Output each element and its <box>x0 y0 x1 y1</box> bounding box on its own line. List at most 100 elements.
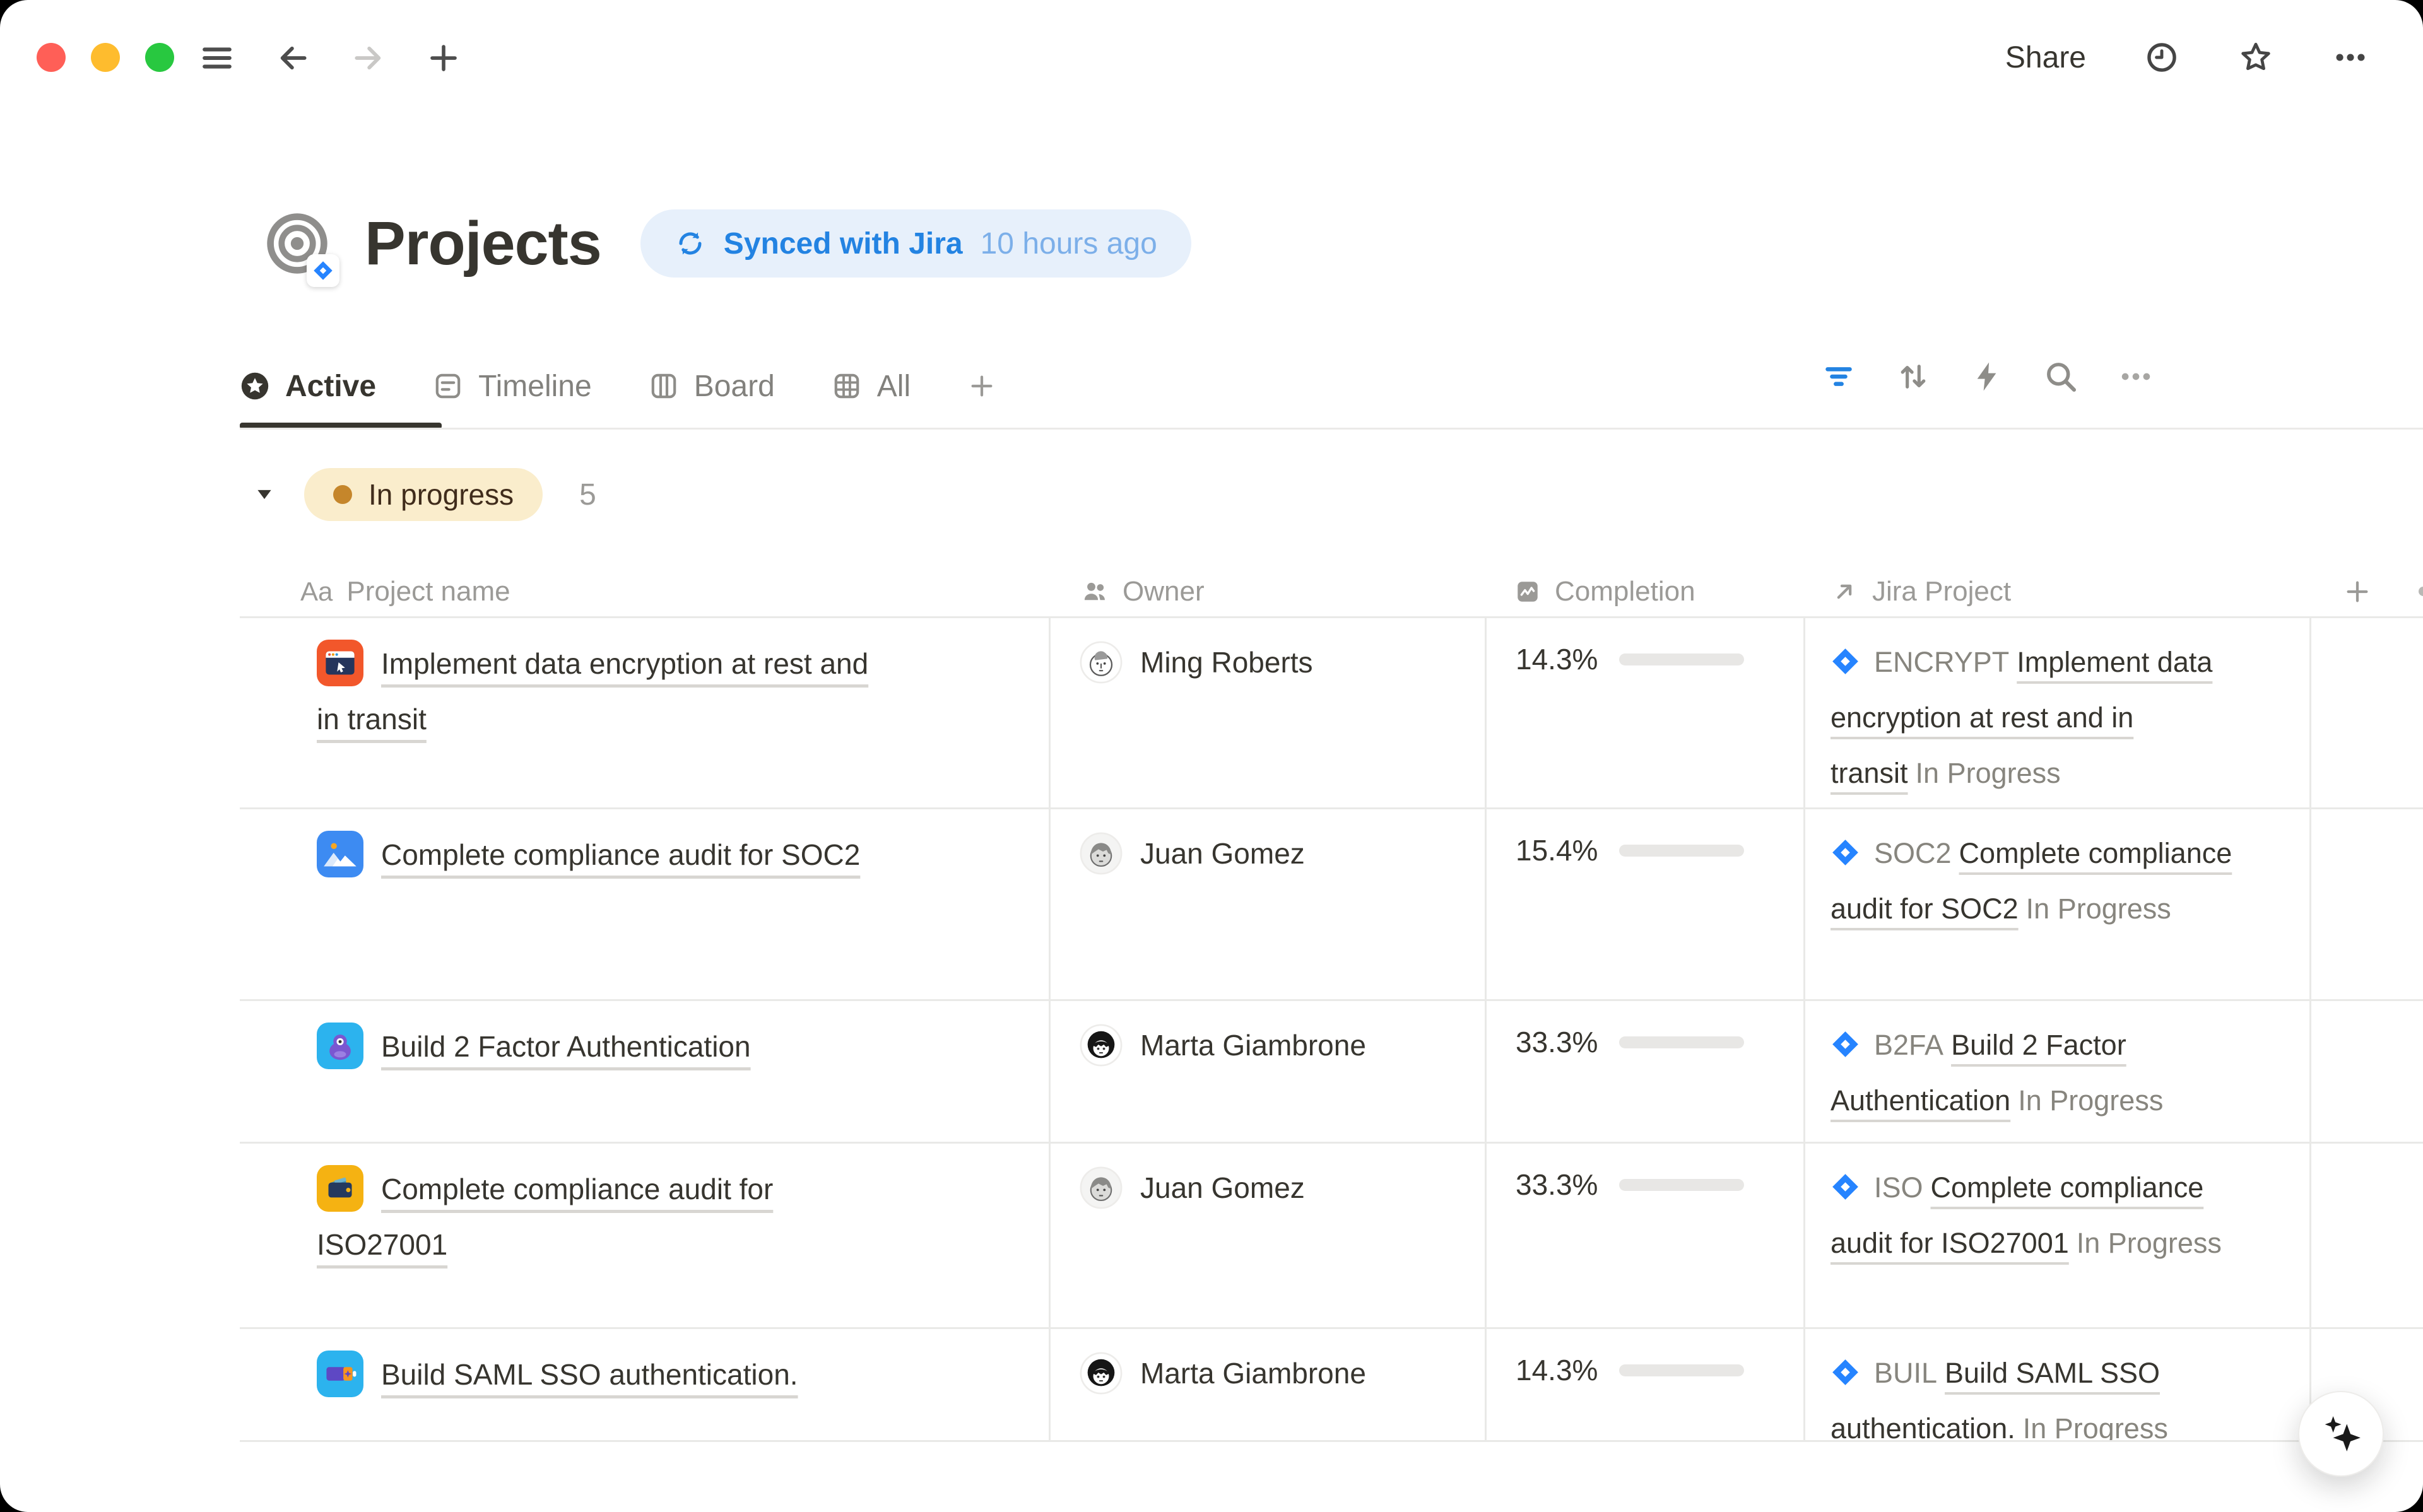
page-header: Projects Synced with Jira 10 hours ago <box>264 208 1191 279</box>
timeline-view-icon <box>433 371 463 401</box>
empty-cell <box>2311 618 2423 809</box>
add-view-button[interactable] <box>967 372 996 401</box>
jira-project-cell[interactable]: B2FABuild 2 Factor AuthenticationIn Prog… <box>1805 1001 2311 1142</box>
column-header-completion[interactable]: Completion <box>1487 566 1805 616</box>
jira-status: In Progress <box>2023 1412 2168 1442</box>
updates-clock-icon[interactable] <box>2144 40 2179 75</box>
jira-status: In Progress <box>1916 757 2061 789</box>
owner-cell[interactable]: Juan Gomez <box>1051 1144 1487 1327</box>
project-name-cell[interactable]: Build 2 Factor Authentication <box>240 1001 1051 1142</box>
jira-status: In Progress <box>2018 1084 2163 1116</box>
jira-diamond-icon <box>1831 838 1860 867</box>
jira-status: In Progress <box>2026 893 2171 925</box>
sidebar-menu-button[interactable] <box>199 40 235 76</box>
jira-sync-pill[interactable]: Synced with Jira 10 hours ago <box>640 209 1191 278</box>
close-window-button[interactable] <box>37 43 66 72</box>
jira-key: SOC2 <box>1874 837 1952 869</box>
sort-icon[interactable] <box>1895 359 1931 394</box>
avatar <box>1080 1024 1123 1067</box>
forward-button[interactable] <box>351 40 386 76</box>
project-name-cell[interactable]: Build SAML SSO authentication. <box>240 1329 1051 1442</box>
collapse-group-triangle-icon[interactable] <box>254 484 275 505</box>
owner-cell[interactable]: Ming Roberts <box>1051 618 1487 809</box>
project-name-cell[interactable]: Complete compliance audit for SOC2 <box>240 809 1051 999</box>
project-icon <box>317 1351 363 1397</box>
back-button[interactable] <box>275 40 310 76</box>
completion-cell[interactable]: 14.3% <box>1487 618 1805 809</box>
column-header-project-name[interactable]: Aa Project name <box>240 566 1051 616</box>
progress-bar <box>1619 1179 1744 1191</box>
more-options-icon[interactable] <box>2332 39 2369 76</box>
owner-cell[interactable]: Marta Giambrone <box>1051 1001 1487 1142</box>
group-count: 5 <box>579 478 596 512</box>
completion-cell[interactable]: 14.3% <box>1487 1329 1805 1442</box>
column-header-jira-project[interactable]: Jira Project <box>1805 566 2311 616</box>
view-more-icon[interactable] <box>2118 358 2154 395</box>
table-row: Build 2 Factor Authentication Marta Giam… <box>240 1001 2423 1144</box>
jira-project-cell[interactable]: ISOComplete compliance audit for ISO2700… <box>1805 1144 2311 1327</box>
notion-ai-button[interactable] <box>2298 1391 2384 1477</box>
topbar-actions: Share <box>2005 39 2369 76</box>
jira-diamond-icon <box>1831 1172 1860 1202</box>
tab-board[interactable]: Board <box>649 369 775 404</box>
view-tabs: Active Timeline Board All <box>240 353 996 419</box>
jira-project-cell[interactable]: ENCRYPTImplement data encryption at rest… <box>1805 618 2311 809</box>
table-body: Implement data encryption at rest and in… <box>240 618 2423 1442</box>
owner-cell[interactable]: Juan Gomez <box>1051 809 1487 999</box>
project-name-link[interactable]: Complete compliance audit for ISO27001 <box>317 1173 773 1261</box>
jira-project-cell[interactable]: BUILBuild SAML SSO authentication.In Pro… <box>1805 1329 2311 1442</box>
view-toolbar <box>1821 358 2154 395</box>
jira-project-cell[interactable]: SOC2Complete compliance audit for SOC2In… <box>1805 809 2311 999</box>
filter-icon[interactable] <box>1821 359 1856 394</box>
maximize-window-button[interactable] <box>145 43 174 72</box>
favorite-star-icon[interactable] <box>2237 39 2274 76</box>
page-icon-target[interactable] <box>264 210 331 277</box>
tab-timeline[interactable]: Timeline <box>433 369 592 404</box>
new-tab-button[interactable] <box>427 41 461 75</box>
owner-name: Marta Giambrone <box>1140 1356 1366 1390</box>
arrow-up-right-icon <box>1831 578 1858 606</box>
column-header-owner[interactable]: Owner <box>1051 566 1487 616</box>
completion-cell[interactable]: 15.4% <box>1487 809 1805 999</box>
tab-all[interactable]: All <box>832 369 911 404</box>
search-icon[interactable] <box>2043 359 2078 394</box>
completion-percent: 33.3% <box>1516 1025 1598 1059</box>
completion-cell[interactable]: 33.3% <box>1487 1144 1805 1327</box>
automations-lightning-icon[interactable] <box>1970 360 2004 394</box>
column-header-add <box>2311 566 2423 616</box>
progress-bar <box>1619 653 1744 665</box>
share-button[interactable]: Share <box>2005 40 2086 75</box>
minimize-window-button[interactable] <box>91 43 120 72</box>
project-name-cell[interactable]: Complete compliance audit for ISO27001 <box>240 1144 1051 1327</box>
avatar <box>1080 1166 1123 1209</box>
add-column-button[interactable] <box>2343 577 2372 606</box>
project-name-cell[interactable]: Implement data encryption at rest and in… <box>240 618 1051 809</box>
project-icon <box>317 640 363 686</box>
project-name-link[interactable]: Complete compliance audit for SOC2 <box>381 838 860 871</box>
tab-active[interactable]: Active <box>240 369 376 404</box>
owner-name: Ming Roberts <box>1140 645 1313 679</box>
people-icon <box>1081 578 1109 606</box>
tabs-divider <box>240 428 2423 430</box>
project-name-link[interactable]: Implement data encryption at rest and in… <box>317 647 868 735</box>
project-icon <box>317 831 363 877</box>
nav-controls <box>199 40 461 76</box>
progress-bar <box>1619 845 1744 857</box>
project-name-link[interactable]: Build 2 Factor Authentication <box>381 1030 751 1063</box>
page-title: Projects <box>365 208 601 279</box>
completion-percent: 14.3% <box>1516 1353 1598 1387</box>
project-name-link[interactable]: Build SAML SSO authentication. <box>381 1358 798 1391</box>
jira-diamond-icon <box>1831 1029 1860 1059</box>
owner-cell[interactable]: Marta Giambrone <box>1051 1329 1487 1442</box>
table-header-row: Aa Project name Owner Completion Jira Pr… <box>240 566 2423 618</box>
jira-key: BUIL <box>1874 1357 1937 1389</box>
jira-badge-icon <box>307 254 339 287</box>
table-view-icon <box>832 371 862 401</box>
project-icon <box>317 1165 363 1212</box>
completion-cell[interactable]: 33.3% <box>1487 1001 1805 1142</box>
owner-name: Juan Gomez <box>1140 1171 1305 1205</box>
project-icon <box>317 1023 363 1069</box>
chart-icon <box>1514 578 1541 605</box>
status-badge[interactable]: In progress <box>304 468 543 521</box>
avatar <box>1080 1352 1123 1395</box>
